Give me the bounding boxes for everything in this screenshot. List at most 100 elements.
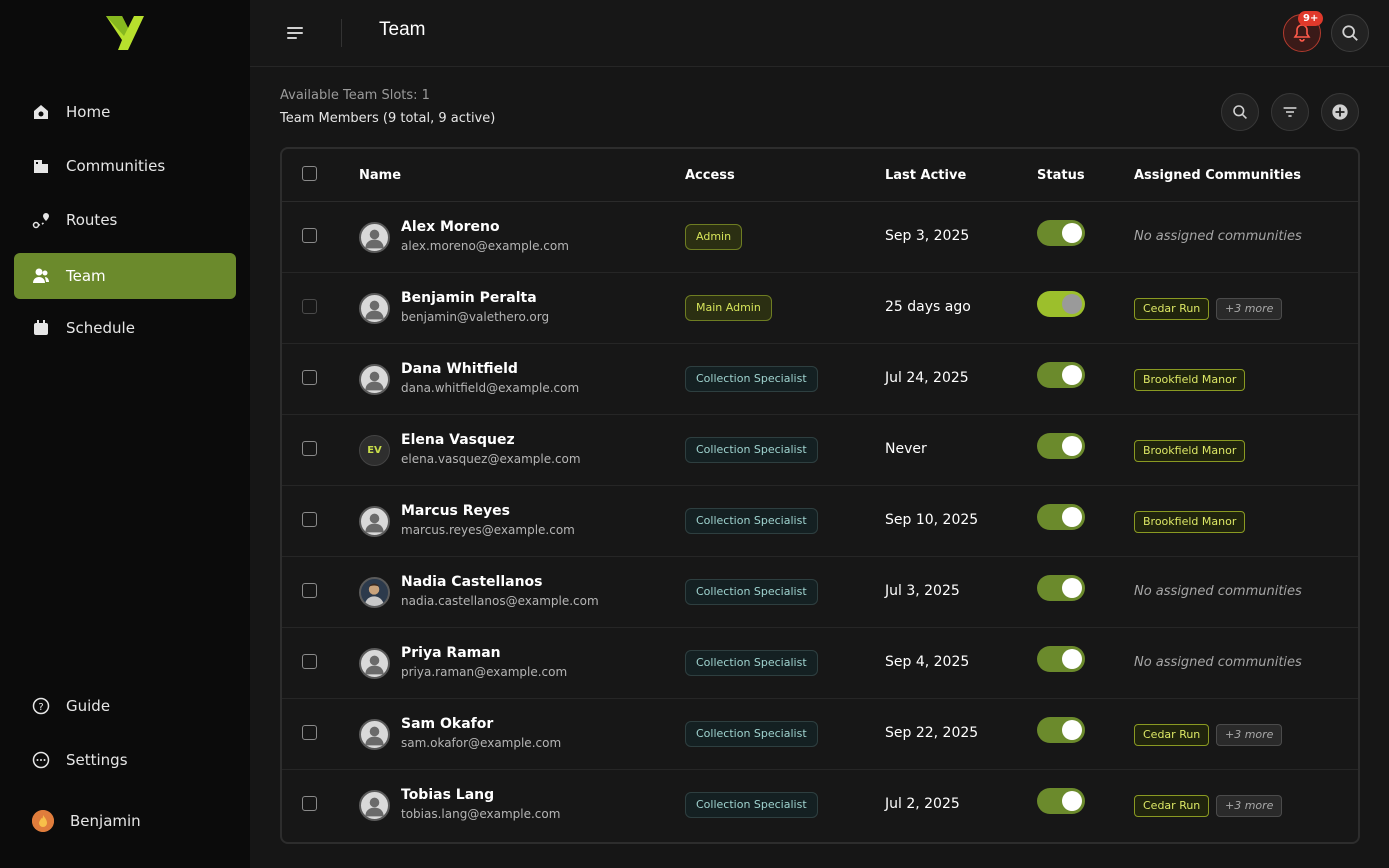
- filter-button[interactable]: [1271, 93, 1309, 131]
- nav-communities[interactable]: Communities: [14, 143, 236, 189]
- notification-badge: 9+: [1298, 11, 1324, 26]
- table-search-button[interactable]: [1221, 93, 1259, 131]
- avatar: [359, 293, 390, 324]
- status-toggle[interactable]: [1037, 504, 1085, 530]
- table-row[interactable]: Sam Okafor sam.okafor@example.com Collec…: [282, 699, 1358, 770]
- last-active: Jul 3, 2025: [885, 583, 960, 599]
- community-tag[interactable]: Brookfield Manor: [1134, 511, 1246, 533]
- row-checkbox[interactable]: [302, 796, 317, 811]
- last-active: Never: [885, 441, 927, 457]
- status-toggle[interactable]: [1037, 220, 1085, 246]
- last-active: 25 days ago: [885, 299, 971, 315]
- no-communities-text: No assigned communities: [1134, 229, 1302, 244]
- member-name[interactable]: Elena Vasquez: [401, 432, 515, 448]
- community-tag[interactable]: Brookfield Manor: [1134, 369, 1246, 391]
- member-name[interactable]: Priya Raman: [401, 645, 501, 661]
- toggle-knob: [1062, 720, 1082, 740]
- avatar-initials: EV: [359, 435, 390, 466]
- topbar-divider: [341, 19, 342, 47]
- toggle-knob: [1062, 436, 1082, 456]
- community-tag[interactable]: Cedar Run: [1134, 795, 1210, 817]
- row-checkbox[interactable]: [302, 441, 317, 456]
- table-row[interactable]: Nadia Castellanos nadia.castellanos@exam…: [282, 557, 1358, 628]
- toggle-knob: [1062, 365, 1082, 385]
- status-toggle[interactable]: [1037, 291, 1085, 317]
- table-row[interactable]: Benjamin Peralta benjamin@valethero.org …: [282, 273, 1358, 344]
- avatar-photo: [359, 577, 390, 608]
- col-last-active[interactable]: Last Active: [885, 168, 966, 183]
- last-active: Sep 4, 2025: [885, 654, 970, 670]
- col-name[interactable]: Name: [359, 168, 401, 183]
- nav-team[interactable]: Team: [14, 253, 236, 299]
- nav-team-label: Team: [66, 267, 106, 285]
- community-tag[interactable]: Brookfield Manor: [1134, 440, 1246, 462]
- user-placeholder-icon: [365, 300, 384, 320]
- last-active: Jul 24, 2025: [885, 370, 969, 386]
- nav-schedule[interactable]: Schedule: [14, 305, 236, 351]
- table-row[interactable]: EV Elena Vasquez elena.vasquez@example.c…: [282, 415, 1358, 486]
- access-badge: Admin: [685, 224, 743, 250]
- member-name[interactable]: Nadia Castellanos: [401, 574, 543, 590]
- nav-home[interactable]: Home: [14, 89, 236, 135]
- member-email: priya.raman@example.com: [401, 665, 568, 679]
- nav-home-label: Home: [66, 103, 111, 121]
- community-tag[interactable]: Cedar Run: [1134, 724, 1210, 746]
- status-toggle[interactable]: [1037, 362, 1085, 388]
- avatar: [359, 790, 390, 821]
- member-name[interactable]: Tobias Lang: [401, 787, 494, 803]
- row-checkbox[interactable]: [302, 512, 317, 527]
- member-email: dana.whitfield@example.com: [401, 381, 580, 395]
- community-tag[interactable]: Cedar Run: [1134, 298, 1210, 320]
- status-toggle[interactable]: [1037, 788, 1085, 814]
- avatar: [359, 364, 390, 395]
- logo-icon[interactable]: [104, 14, 146, 52]
- status-toggle[interactable]: [1037, 717, 1085, 743]
- row-checkbox[interactable]: [302, 654, 317, 669]
- table-row[interactable]: Tobias Lang tobias.lang@example.com Coll…: [282, 770, 1358, 841]
- avatar: [359, 506, 390, 537]
- row-checkbox[interactable]: [302, 725, 317, 740]
- member-email: elena.vasquez@example.com: [401, 452, 581, 466]
- member-name[interactable]: Alex Moreno: [401, 219, 500, 235]
- row-checkbox[interactable]: [302, 583, 317, 598]
- member-name[interactable]: Benjamin Peralta: [401, 290, 537, 306]
- member-name[interactable]: Marcus Reyes: [401, 503, 510, 519]
- table-row[interactable]: Alex Moreno alex.moreno@example.com Admi…: [282, 202, 1358, 273]
- available-slots: Available Team Slots: 1: [280, 88, 430, 103]
- building-icon: [32, 157, 50, 175]
- table-row[interactable]: Dana Whitfield dana.whitfield@example.co…: [282, 344, 1358, 415]
- more-communities-tag[interactable]: +3 more: [1216, 795, 1283, 817]
- row-checkbox[interactable]: [302, 228, 317, 243]
- bell-icon: [1293, 24, 1311, 42]
- row-checkbox[interactable]: [302, 370, 317, 385]
- member-name[interactable]: Sam Okafor: [401, 716, 493, 732]
- status-toggle[interactable]: [1037, 575, 1085, 601]
- nav-routes[interactable]: Routes: [14, 197, 236, 243]
- settings-icon: [32, 751, 50, 769]
- menu-toggle-button[interactable]: [284, 22, 308, 44]
- more-communities-tag[interactable]: +3 more: [1216, 724, 1283, 746]
- add-member-button[interactable]: [1321, 93, 1359, 131]
- table-row[interactable]: Priya Raman priya.raman@example.com Coll…: [282, 628, 1358, 699]
- status-toggle[interactable]: [1037, 433, 1085, 459]
- member-name[interactable]: Dana Whitfield: [401, 361, 518, 377]
- toggle-knob: [1062, 294, 1082, 314]
- nav-guide[interactable]: ? Guide: [14, 683, 236, 729]
- team-members-count: Team Members (9 total, 9 active): [280, 111, 496, 126]
- global-search-button[interactable]: [1331, 14, 1369, 52]
- user-profile[interactable]: Benjamin: [14, 800, 236, 842]
- col-assigned-communities[interactable]: Assigned Communities: [1134, 168, 1301, 183]
- access-badge: Collection Specialist: [685, 721, 818, 747]
- col-status[interactable]: Status: [1037, 168, 1085, 183]
- nav-settings[interactable]: Settings: [14, 737, 236, 783]
- table-row[interactable]: Marcus Reyes marcus.reyes@example.com Co…: [282, 486, 1358, 557]
- help-icon: ?: [32, 697, 50, 715]
- row-checkbox[interactable]: [302, 299, 317, 314]
- col-access[interactable]: Access: [685, 168, 735, 183]
- topbar: Team 9+: [250, 0, 1389, 67]
- status-toggle[interactable]: [1037, 646, 1085, 672]
- toggle-knob: [1062, 223, 1082, 243]
- select-all-checkbox[interactable]: [302, 166, 317, 181]
- user-placeholder-icon: [365, 371, 384, 391]
- more-communities-tag[interactable]: +3 more: [1216, 298, 1283, 320]
